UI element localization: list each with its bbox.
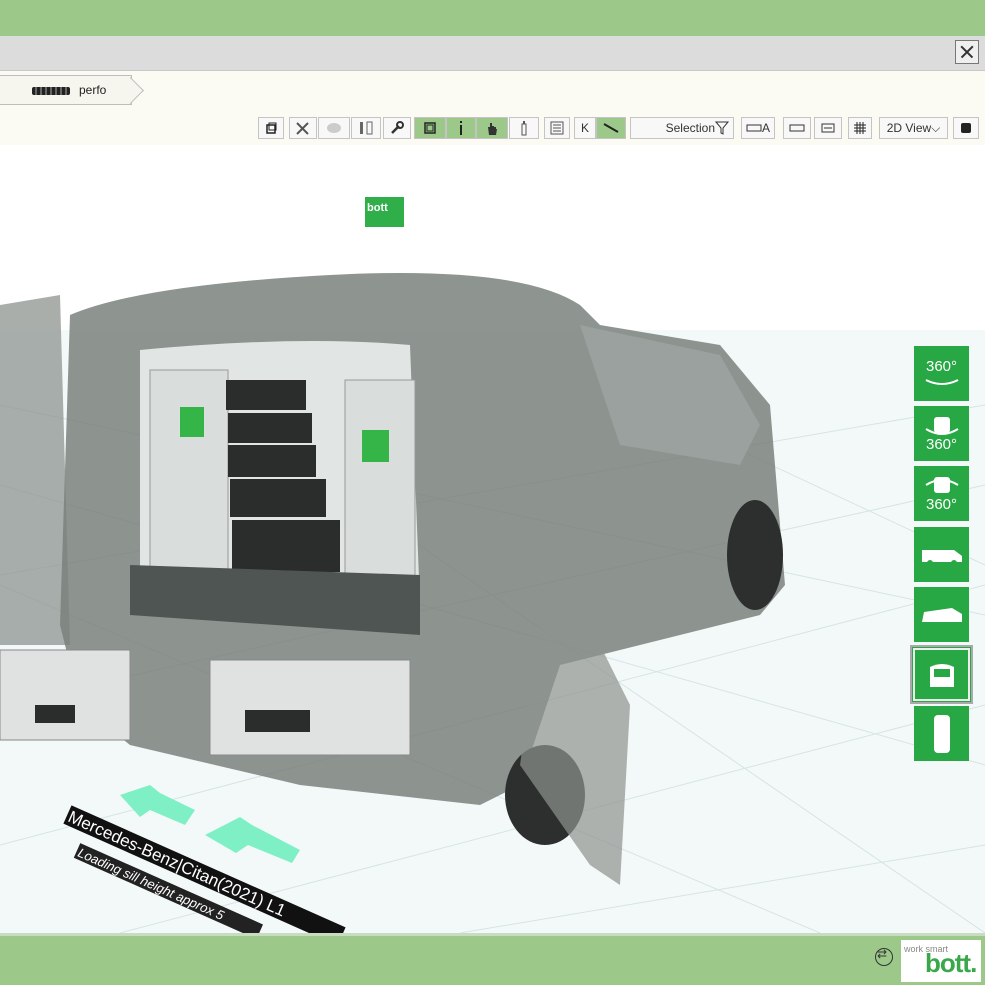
storage-box	[228, 445, 316, 477]
drawer-left	[0, 649, 131, 741]
measure-button[interactable]	[509, 117, 539, 139]
title-bar	[0, 36, 985, 71]
material-button[interactable]	[318, 117, 350, 139]
shelf-icon	[360, 121, 373, 135]
van-top-icon	[933, 714, 950, 753]
green-label	[180, 407, 204, 437]
tools-button[interactable]	[289, 117, 317, 139]
rotate-right-label: 360°	[925, 496, 958, 513]
chevron-down-icon: ⌵	[931, 120, 941, 135]
info-button[interactable]	[446, 117, 476, 139]
copy-icon	[266, 122, 277, 134]
rotate-left-button[interactable]: 360°	[914, 406, 969, 461]
brand-name: bott.	[925, 948, 977, 978]
bottle-icon	[521, 121, 527, 136]
brand-logo: work smart bott.	[901, 940, 981, 982]
hand-icon	[488, 123, 497, 135]
top-view-button[interactable]	[914, 706, 969, 761]
list-button[interactable]	[544, 117, 570, 139]
3d-viewport[interactable]: bott Mercedes-Benz|Citan(2021) L1 Loadin…	[0, 145, 985, 933]
front-wheel	[727, 500, 783, 610]
k-button[interactable]: K	[574, 117, 596, 139]
cube-button[interactable]	[953, 117, 979, 139]
rotate-left-icon	[924, 417, 959, 435]
rotate-360-label: 360°	[925, 358, 958, 375]
grid-button[interactable]	[848, 117, 872, 139]
filter-icon	[715, 121, 729, 135]
hand-button[interactable]	[476, 117, 508, 139]
drawer-right	[209, 659, 411, 756]
side-view-button[interactable]	[914, 527, 969, 582]
shelf-button[interactable]	[351, 117, 381, 139]
breadcrumb-row: perfo	[0, 71, 985, 111]
selection-filter[interactable]: Selection	[630, 117, 734, 139]
ruler-button[interactable]	[783, 117, 811, 139]
rotate-right-icon	[924, 477, 959, 493]
van-front-icon	[929, 663, 954, 687]
k-label: K	[580, 121, 589, 135]
a-label: A	[761, 121, 770, 135]
rotate-right-button[interactable]: 360°	[914, 466, 969, 521]
wrench-icon	[391, 121, 404, 134]
bott-logo-text: bott	[367, 202, 388, 214]
dimension-icon	[821, 123, 835, 133]
info-icon	[460, 121, 462, 135]
cube-icon	[961, 123, 971, 133]
breadcrumb-label: perfo	[79, 83, 107, 97]
van-scene: bott Mercedes-Benz|Citan(2021) L1 Loadin…	[0, 145, 985, 933]
shelf-panel-left	[149, 369, 229, 581]
view-mode-value: 2D View	[886, 121, 932, 135]
van-perspective-icon	[921, 607, 962, 622]
material-icon	[327, 123, 341, 133]
wrench-button[interactable]	[383, 117, 411, 139]
front-view-button[interactable]	[910, 645, 973, 704]
view-mode-select[interactable]: 2D View ⌵	[879, 117, 948, 139]
layers-button[interactable]	[414, 117, 446, 139]
grid-icon	[854, 122, 866, 134]
ruler-icon	[746, 124, 762, 132]
perspective-view-button[interactable]	[914, 587, 969, 642]
top-bar	[0, 0, 985, 36]
storage-box	[230, 479, 326, 517]
selection-label: Selection	[665, 121, 715, 135]
storage-box	[226, 380, 306, 410]
close-button[interactable]	[955, 40, 979, 64]
status-bar	[0, 933, 985, 985]
van-side-icon	[921, 549, 962, 566]
dimension-button[interactable]	[814, 117, 842, 139]
storage-box	[228, 413, 312, 443]
line-button[interactable]	[596, 117, 626, 139]
line-icon	[603, 123, 619, 133]
green-label	[362, 430, 389, 462]
left-door	[0, 295, 70, 645]
item-thumbnail	[32, 87, 70, 95]
storage-box	[232, 520, 340, 572]
layers-icon	[424, 122, 436, 134]
drawer-handle	[245, 710, 310, 732]
drawer-handle	[35, 705, 75, 723]
rotate-arrow-icon	[925, 379, 958, 385]
sync-icon[interactable]	[875, 947, 893, 966]
breadcrumb[interactable]: perfo	[0, 75, 132, 105]
ruler-a-button[interactable]: A	[741, 117, 775, 139]
rotate-360-button[interactable]: 360°	[914, 346, 969, 401]
rotate-left-label: 360°	[925, 436, 958, 453]
tools-icon	[296, 122, 309, 135]
ruler-icon	[789, 124, 805, 132]
list-icon	[550, 121, 564, 135]
copy-button[interactable]	[258, 117, 284, 139]
